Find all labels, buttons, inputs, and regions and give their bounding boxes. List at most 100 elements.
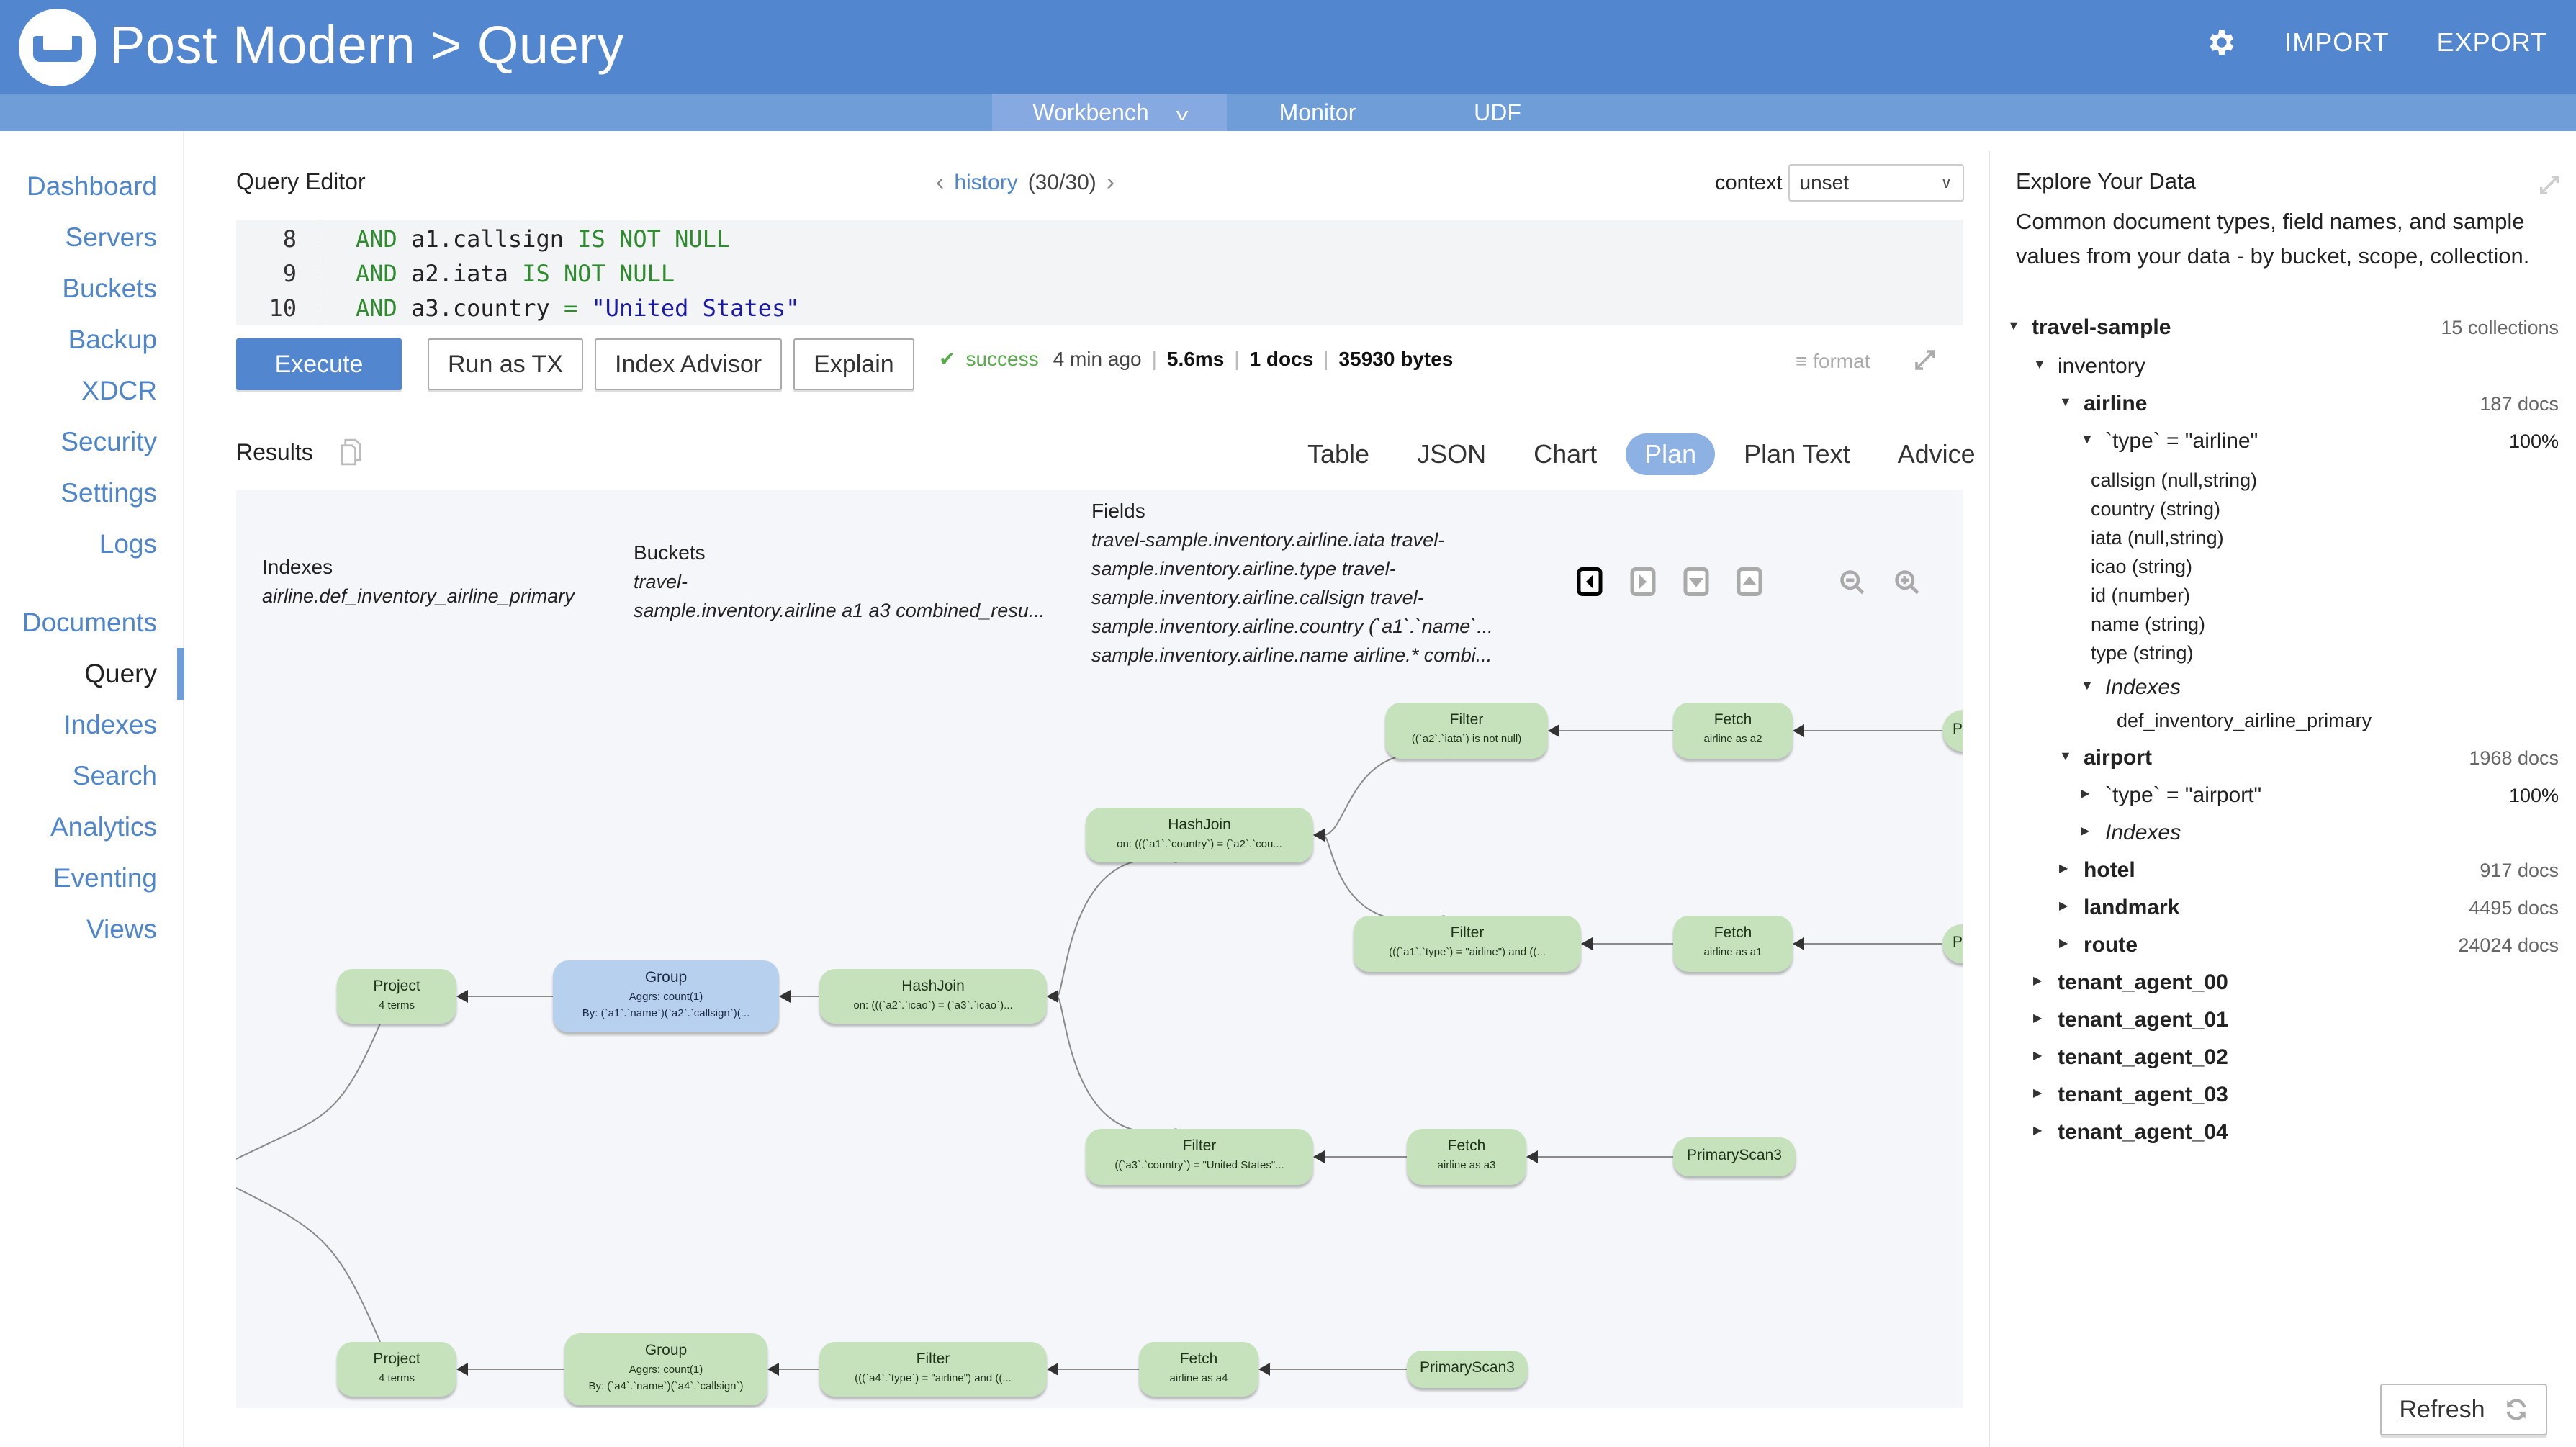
query-editor[interactable]: 8 AND a1.callsign IS NOT NULL 9 AND a2.iata… [236,220,1963,325]
caret-right-icon[interactable]: ▶ [2059,936,2068,950]
tree-node[interactable]: ▶ tenant_agent_04 [1990,1120,2559,1152]
nav-xdcr[interactable]: XDCR [81,376,157,406]
run-as-tx-button[interactable]: Run as TX [428,338,584,390]
plan-node-fetch[interactable]: Fetch airline as a3 [1407,1129,1526,1185]
nav-indexes[interactable]: Indexes [63,710,157,740]
tree-node[interactable]: ▶ `type` = "airport" 100% [1990,783,2559,815]
import-link[interactable]: IMPORT [2284,27,2389,58]
plan-node-fetch[interactable]: Fetch airline as a2 [1673,703,1793,759]
nav-views[interactable]: Views [86,914,157,945]
plan-node-fetch[interactable]: Fetch airline as a4 [1139,1342,1258,1397]
caret-down-icon[interactable]: ▼ [2081,678,2094,693]
plan-node-title: Group [644,969,688,986]
tab-chart[interactable]: Chart [1515,433,1616,475]
tree-node[interactable]: ▼ airport 1968 docs [1990,746,2559,777]
context-select[interactable]: unset ∨ [1788,164,1964,202]
plan-node-project[interactable]: Project 4 terms [337,969,456,1024]
nav-analytics[interactable]: Analytics [50,812,157,842]
caret-down-icon[interactable]: ▼ [2007,318,2020,333]
tree-label: Indexes [2105,675,2181,699]
refresh-label: Refresh [2399,1395,2485,1423]
nav-logs[interactable]: Logs [99,529,157,559]
format-lines-icon: ≡ [1796,350,1808,372]
tab-advice[interactable]: Advice [1879,433,1994,475]
tree-node[interactable]: ▶ tenant_agent_03 [1990,1083,2559,1114]
nav-buckets[interactable]: Buckets [62,274,157,304]
caret-right-icon[interactable]: ▶ [2081,786,2089,801]
tree-count: 4495 docs [2469,897,2559,919]
tab-plan[interactable]: Plan [1626,433,1716,475]
tab-plan-text[interactable]: Plan Text [1725,433,1868,475]
expand-editor-icon[interactable] [1912,347,1938,373]
index-advisor-button[interactable]: Index Advisor [595,338,783,390]
tree-node[interactable]: ▶ Indexes [1990,821,2559,852]
tree-node[interactable]: ▶ tenant_agent_00 [1990,970,2559,1002]
caret-right-icon[interactable]: ▶ [2059,861,2068,875]
history-next-icon[interactable]: › [1107,168,1114,197]
plan-node-fetch[interactable]: Fetch airline as a1 [1673,916,1793,972]
plan-node-filter[interactable]: Filter (((`a1`.`type`) = "airline") and (… [1354,916,1581,972]
plan-node-primaryscan3[interactable]: PrimaryScan3 [1673,1137,1796,1176]
caret-right-icon[interactable]: ▶ [2033,1011,2042,1025]
expand-panel-icon[interactable] [2537,173,2562,197]
caret-down-icon[interactable]: ▼ [2059,749,2072,764]
plan-node-hashjoin[interactable]: HashJoin on: (((`a1`.`country`) = (`a2`.`… [1086,808,1313,862]
tab-table[interactable]: Table [1289,433,1388,475]
code-token: AND [356,225,397,253]
caret-down-icon[interactable]: ▼ [2081,432,2094,447]
nav-active-indicator [177,648,184,700]
caret-right-icon[interactable]: ▶ [2033,1048,2042,1063]
nav-documents[interactable]: Documents [22,608,157,638]
copy-icon[interactable] [338,438,366,466]
tree-node[interactable]: ▶ tenant_agent_02 [1990,1045,2559,1077]
caret-right-icon[interactable]: ▶ [2081,824,2089,838]
caret-right-icon[interactable]: ▶ [2033,973,2042,988]
query-editor-title: Query Editor [236,168,366,194]
plan-node-filter[interactable]: Filter ((`a3`.`country`) = "United States… [1086,1129,1313,1185]
plan-node-hashjoin[interactable]: HashJoin on: (((`a2`.`icao`) = (`a3`.`ica… [819,969,1047,1024]
nav-search[interactable]: Search [73,761,157,791]
plan-node-primaryscan3[interactable]: PrimaryScan3 [1407,1351,1528,1388]
refresh-button[interactable]: Refresh [2380,1384,2547,1435]
subnav-workbench[interactable]: Workbench v [992,94,1227,131]
tree-node[interactable]: ▶ hotel 917 docs [1990,858,2559,890]
plan-node-group[interactable]: Group Aggrs: count(1) By: (`a4`.`name`)(`a… [564,1333,767,1405]
tree-node[interactable]: ▶ tenant_agent_01 [1990,1008,2559,1040]
plan-node-project[interactable]: Project 4 terms [337,1342,456,1397]
nav-eventing[interactable]: Eventing [53,863,157,893]
explain-button[interactable]: Explain [793,338,914,390]
caret-right-icon[interactable]: ▶ [2033,1123,2042,1137]
caret-down-icon[interactable]: ▼ [2033,357,2046,372]
nav-query[interactable]: Query [84,659,157,689]
nav-servers[interactable]: Servers [66,222,157,253]
tree-node[interactable]: ▼ airline 187 docs [1990,392,2559,423]
tree-node[interactable]: ▼ inventory [1990,354,2559,386]
tree-node[interactable]: ▶ route 24024 docs [1990,933,2559,965]
query-plan-view[interactable]: Indexes airline.def_inventory_airline_pr… [236,490,1963,1408]
caret-right-icon[interactable]: ▶ [2033,1086,2042,1100]
gear-icon[interactable] [2204,26,2237,59]
tree-node[interactable]: ▶ landmark 4495 docs [1990,896,2559,927]
nav-settings[interactable]: Settings [60,478,157,508]
caret-right-icon[interactable]: ▶ [2059,898,2068,913]
nav-backup[interactable]: Backup [68,325,157,355]
plan-node-filter[interactable]: Filter (((`a4`.`type`) = "airline") and (… [819,1342,1047,1397]
tree-node[interactable]: ▼ Indexes [1990,675,2559,707]
tab-json[interactable]: JSON [1398,433,1505,475]
nav-dashboard[interactable]: Dashboard [27,171,157,202]
format-button[interactable]: ≡ format [1796,350,1870,373]
tree-node[interactable]: ▼ `type` = "airline" 100% [1990,429,2559,461]
plan-node-filter[interactable]: Filter ((`a2`.`iata`) is not null) [1385,703,1548,759]
nav-security[interactable]: Security [60,427,157,457]
execute-button[interactable]: Execute [236,338,402,390]
app-logo[interactable] [19,9,96,86]
plan-node-group[interactable]: Group Aggrs: count(1) By: (`a1`.`name`)(`a… [553,960,779,1032]
tree-label: airport [2084,746,2153,770]
history-link[interactable]: history [954,171,1017,195]
caret-down-icon[interactable]: ▼ [2059,395,2072,410]
subnav-monitor[interactable]: Monitor [1253,94,1382,131]
export-link[interactable]: EXPORT [2437,27,2547,58]
subnav-udf[interactable]: UDF [1454,94,1541,131]
history-prev-icon[interactable]: ‹ [936,168,944,197]
tree-node[interactable]: ▼ travel-sample 15 collections [1990,315,2559,347]
